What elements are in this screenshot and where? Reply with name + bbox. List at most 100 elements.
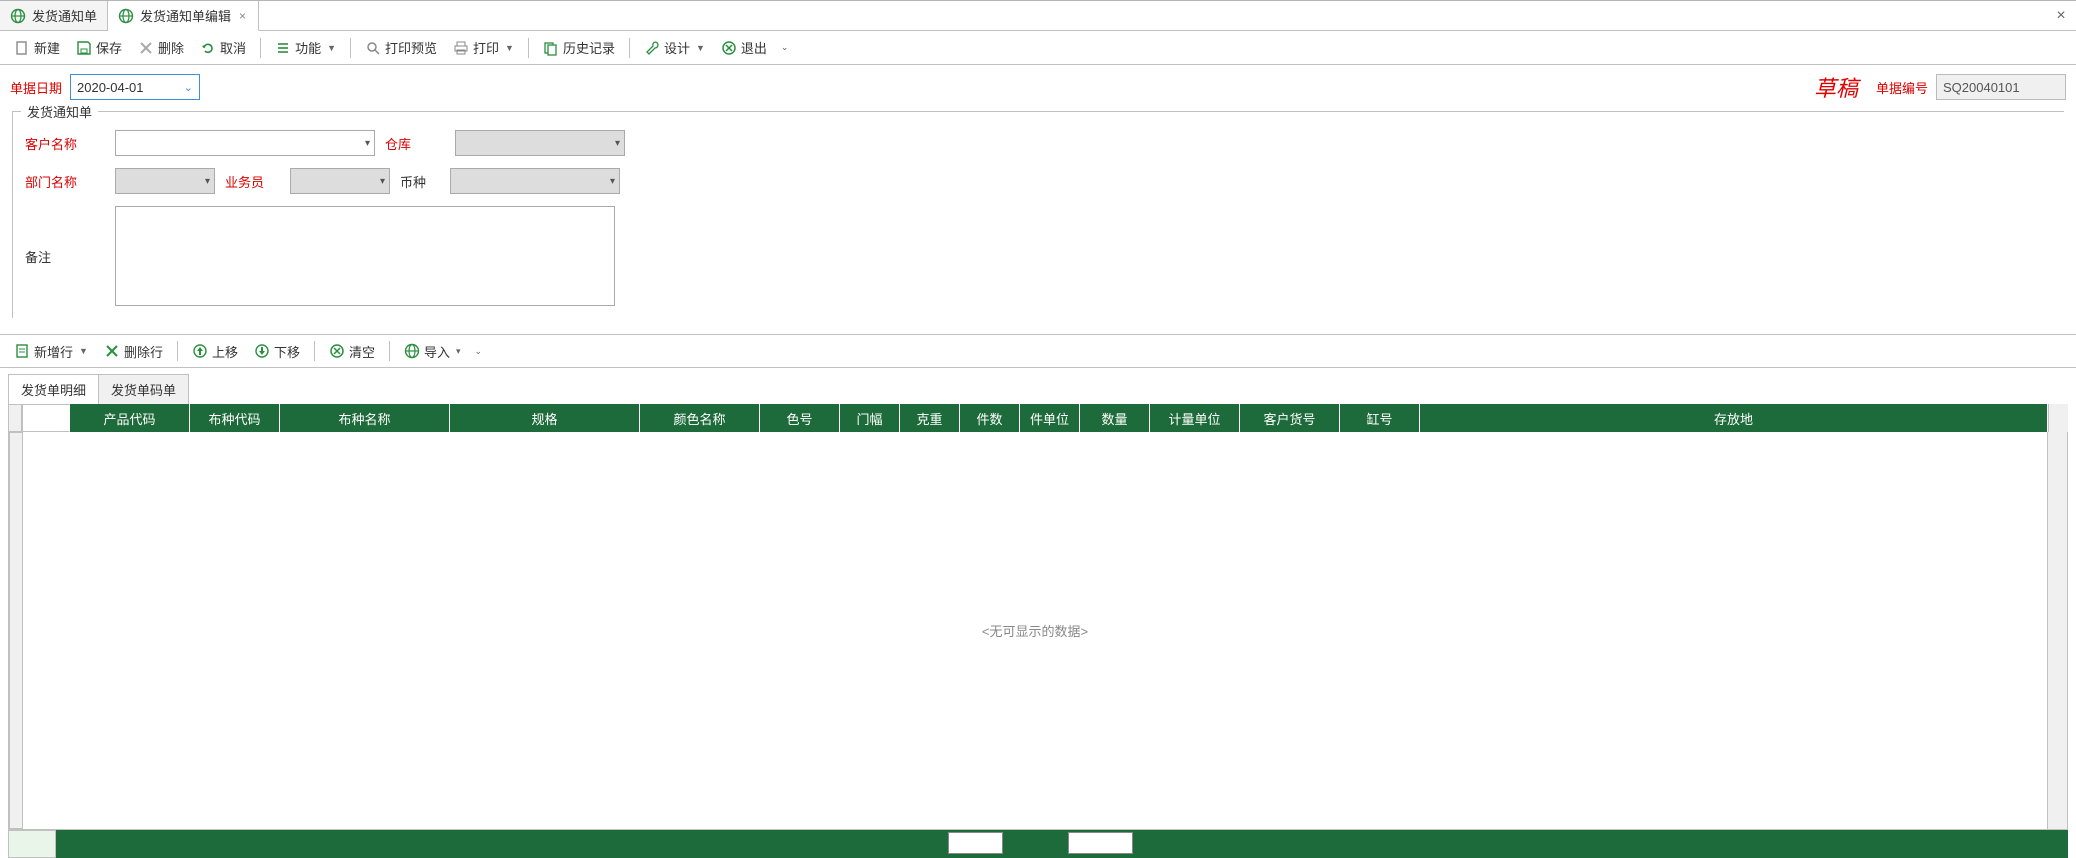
scroll-spacer xyxy=(2048,404,2068,432)
row-indicator-header xyxy=(8,404,22,432)
window-close-button[interactable]: × xyxy=(2046,1,2076,30)
column-header-qty[interactable]: 数量 xyxy=(1080,404,1150,432)
delete-button[interactable]: 删除 xyxy=(132,35,190,60)
date-label: 单据日期 xyxy=(10,78,62,97)
app-root: 发货通知单 发货通知单编辑 × × 新建 保存 删除 取消 xyxy=(0,0,2076,858)
date-input[interactable]: 2020-04-01 ⌄ xyxy=(70,74,200,100)
clear-button[interactable]: 清空 xyxy=(323,339,381,364)
tab-shipping-notice-edit[interactable]: 发货通知单编辑 × xyxy=(108,1,259,31)
column-header-product_code[interactable]: 产品代码 xyxy=(70,404,190,432)
department-combo[interactable]: ▾ xyxy=(115,168,215,194)
vertical-scrollbar[interactable] xyxy=(2047,432,2067,829)
column-header-location[interactable]: 存放地 xyxy=(1420,404,2048,432)
new-icon xyxy=(14,40,30,56)
column-header-weight[interactable]: 克重 xyxy=(900,404,960,432)
add-row-button[interactable]: 新增行 ▼ xyxy=(8,339,94,364)
footer-cell-piece_unit xyxy=(1006,830,1066,858)
department-label: 部门名称 xyxy=(25,172,105,191)
chevron-down-icon: ▼ xyxy=(505,43,514,53)
overflow-icon[interactable]: ⌄ xyxy=(475,346,483,357)
history-button[interactable]: 历史记录 xyxy=(537,35,621,60)
chevron-down-icon: ▼ xyxy=(696,43,705,53)
header-row: 单据日期 2020-04-01 ⌄ 草稿 单据编号 SQ20040101 xyxy=(0,65,2076,109)
cancel-button[interactable]: 取消 xyxy=(194,35,252,60)
footer-cell-spec xyxy=(436,830,626,858)
column-header-piece_unit[interactable]: 件单位 xyxy=(1020,404,1080,432)
separator xyxy=(314,341,315,361)
chevron-down-icon: ▾ xyxy=(365,138,370,149)
delete-row-icon xyxy=(104,343,120,359)
footer-sum-qty xyxy=(1068,832,1133,854)
remarks-input[interactable] xyxy=(115,206,615,306)
chevron-down-icon: ▾ xyxy=(615,138,620,149)
detail-tabs: 发货单明细 发货单码单 xyxy=(0,368,2076,404)
print-button[interactable]: 打印 ▼ xyxy=(447,35,520,60)
design-button[interactable]: 设计 ▼ xyxy=(638,35,711,60)
delete-row-button[interactable]: 删除行 xyxy=(98,339,169,364)
history-icon xyxy=(543,40,559,56)
separator xyxy=(389,341,390,361)
footer-cell-customer_sku xyxy=(1226,830,1326,858)
column-header-color_name[interactable]: 颜色名称 xyxy=(640,404,760,432)
new-button[interactable]: 新建 xyxy=(8,35,66,60)
grid-footer xyxy=(56,830,2068,858)
column-header-customer_sku[interactable]: 客户货号 xyxy=(1240,404,1340,432)
close-icon[interactable]: × xyxy=(237,9,248,23)
arrow-down-icon xyxy=(254,343,270,359)
footer-cell-product_code xyxy=(56,830,176,858)
tab-shipping-notice[interactable]: 发货通知单 xyxy=(0,1,108,30)
tab-codes[interactable]: 发货单码单 xyxy=(98,374,189,404)
arrow-up-icon xyxy=(192,343,208,359)
footer-cell-cloth_name xyxy=(266,830,436,858)
status-stamp: 草稿 xyxy=(1814,71,1858,103)
separator xyxy=(350,38,351,58)
fieldset-legend: 发货通知单 xyxy=(21,102,98,121)
column-header-width[interactable]: 门幅 xyxy=(840,404,900,432)
chevron-down-icon: ▾ xyxy=(380,176,385,187)
customer-combo[interactable]: ▾ xyxy=(115,130,375,156)
main-toolbar: 新建 保存 删除 取消 功能 ▼ 打印预览 打印 ▼ xyxy=(0,31,2076,65)
column-header-vat_no[interactable]: 缸号 xyxy=(1340,404,1420,432)
warehouse-label: 仓库 xyxy=(385,134,445,153)
clear-icon xyxy=(329,343,345,359)
tab-detail[interactable]: 发货单明细 xyxy=(8,374,99,404)
column-header-cloth_name[interactable]: 布种名称 xyxy=(280,404,450,432)
print-preview-button[interactable]: 打印预览 xyxy=(359,35,443,60)
move-down-button[interactable]: 下移 xyxy=(248,339,306,364)
chevron-down-icon: ▾ xyxy=(456,346,461,357)
list-icon xyxy=(275,40,291,56)
save-button[interactable]: 保存 xyxy=(70,35,128,60)
remarks-label: 备注 xyxy=(25,247,105,266)
overflow-icon[interactable]: ⌄ xyxy=(781,42,789,53)
tab-label: 发货通知单 xyxy=(32,6,97,25)
currency-combo[interactable]: ▾ xyxy=(450,168,620,194)
functions-button[interactable]: 功能 ▼ xyxy=(269,35,342,60)
delete-icon xyxy=(138,40,154,56)
footer-cell-vat_no xyxy=(1326,830,1406,858)
column-header-unit[interactable]: 计量单位 xyxy=(1150,404,1240,432)
detail-toolbar: 新增行 ▼ 删除行 上移 下移 清空 导入 ▾ ⌄ xyxy=(0,334,2076,368)
import-button[interactable]: 导入 ▾ xyxy=(398,339,467,364)
footer-cell-color_no xyxy=(746,830,826,858)
warehouse-combo[interactable]: ▾ xyxy=(455,130,625,156)
column-header-color_no[interactable]: 色号 xyxy=(760,404,840,432)
footer-cell-location xyxy=(1406,830,2068,858)
column-header-rowsel[interactable] xyxy=(22,404,70,432)
customer-label: 客户名称 xyxy=(25,134,105,153)
doc-no-label: 单据编号 xyxy=(1876,78,1928,97)
column-header-cloth_code[interactable]: 布种代码 xyxy=(190,404,280,432)
column-header-spec[interactable]: 规格 xyxy=(450,404,640,432)
add-row-icon xyxy=(14,343,30,359)
column-header-pieces[interactable]: 件数 xyxy=(960,404,1020,432)
salesman-label: 业务员 xyxy=(225,172,280,191)
save-icon xyxy=(76,40,92,56)
globe-icon xyxy=(10,8,26,24)
move-up-button[interactable]: 上移 xyxy=(186,339,244,364)
footer-cell-qty xyxy=(1066,830,1136,858)
exit-icon xyxy=(721,40,737,56)
footer-cell-unit xyxy=(1136,830,1226,858)
globe-icon xyxy=(118,8,134,24)
exit-button[interactable]: 退出 xyxy=(715,35,773,60)
separator xyxy=(260,38,261,58)
salesman-combo[interactable]: ▾ xyxy=(290,168,390,194)
